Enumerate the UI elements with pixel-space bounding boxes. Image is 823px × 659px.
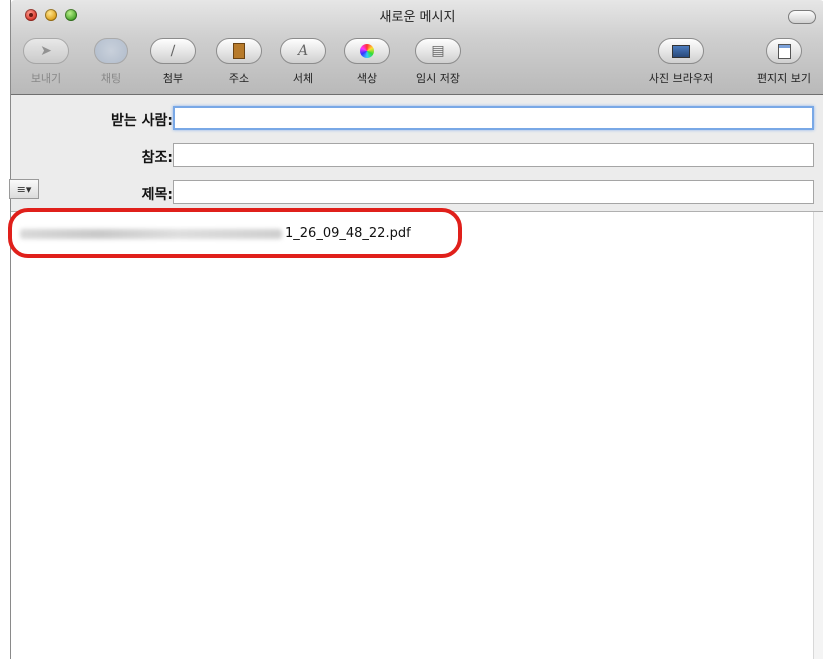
chat-icon [94,38,128,64]
message-body[interactable] [11,212,814,659]
address-button[interactable]: 주소 [214,38,264,86]
to-label: 받는 사람: [111,113,173,129]
paperclip-icon: ∕ [150,38,196,64]
save-draft-button[interactable]: ▤ 임시 저장 [403,38,473,86]
send-icon: ➤ [23,38,69,64]
cc-field[interactable] [173,143,814,167]
photo-browser-button[interactable]: 사진 브라우저 [641,38,721,86]
fonts-button[interactable]: A 서체 [278,38,328,86]
address-book-icon [216,38,262,64]
subject-label: 제목: [141,187,173,203]
draft-icon: ▤ [415,38,461,64]
stationery-icon [766,38,802,64]
window-title: 새로운 메시지 [379,10,456,25]
scrollbar[interactable] [813,212,823,659]
toolbar-toggle-button[interactable] [788,10,816,24]
chat-button[interactable]: 채팅 [86,38,136,86]
to-field[interactable] [173,106,814,130]
header-format-menu-button[interactable]: ≡▾ [9,179,39,199]
color-wheel-icon [344,38,390,64]
cc-label: 참조: [141,150,173,166]
mail-window: 새로운 메시지 ➤ 보내기 채팅 ∕ 첨부 주소 A 서체 색상 ▤ 임시 저장… [10,0,823,659]
send-button[interactable]: ➤ 보내기 [21,38,71,86]
attachment-highlight [8,208,462,258]
message-header: 받는 사람: 참조: 제목: [11,95,823,212]
stationery-button[interactable]: 편지지 보기 [748,38,820,86]
font-icon: A [280,38,326,64]
photo-browser-icon [658,38,704,64]
colors-button[interactable]: 색상 [342,38,392,86]
toolbar: 새로운 메시지 ➤ 보내기 채팅 ∕ 첨부 주소 A 서체 색상 ▤ 임시 저장… [11,0,823,95]
attach-button[interactable]: ∕ 첨부 [148,38,198,86]
subject-field[interactable] [173,180,814,204]
